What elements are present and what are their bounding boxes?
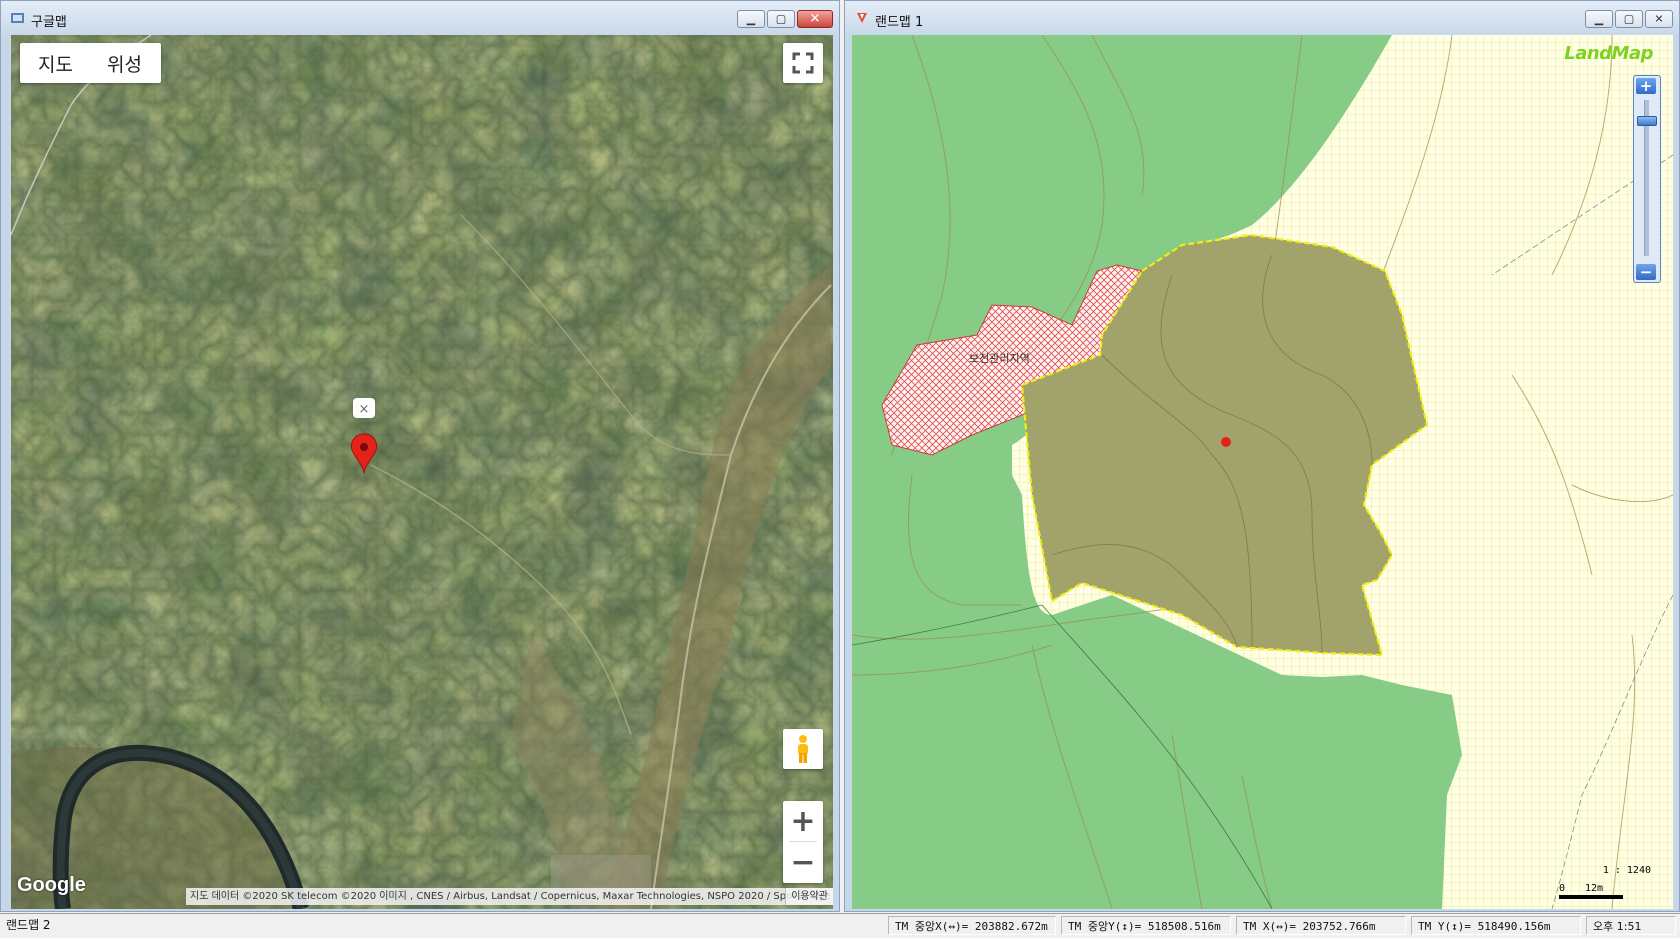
minimize-button[interactable]: ▁: [737, 10, 765, 28]
maximize-icon: ▢: [775, 12, 787, 26]
minimize-icon: ▁: [746, 12, 756, 26]
close-icon: ✕: [809, 11, 821, 27]
google-map-window: 구글맵 ▁ ▢ ✕ × 지도 위성 + − Google 지도 데이터 ©202…: [0, 0, 840, 912]
minimize-button[interactable]: ▁: [1585, 10, 1613, 28]
zoom-out-button[interactable]: −: [1636, 264, 1656, 280]
scale-bar: [1559, 895, 1623, 899]
fullscreen-icon: [792, 52, 814, 74]
pegman-icon: [798, 735, 808, 763]
minimize-icon: ▁: [1594, 12, 1604, 26]
maximize-button[interactable]: ▢: [1615, 10, 1643, 28]
landmap-logo: LandMap: [1564, 43, 1653, 64]
map-type-satellite[interactable]: 위성: [91, 50, 160, 77]
street-view-pegman-button[interactable]: [783, 729, 823, 769]
scale-ratio: 1 : 1240: [1602, 865, 1651, 876]
location-marker[interactable]: ×: [349, 398, 379, 478]
scale-unit: 12m: [1585, 883, 1604, 894]
window-title: 구글맵: [31, 15, 67, 30]
status-tm-x: TM X(↔)= 203752.766m: [1236, 916, 1406, 935]
satellite-map[interactable]: × 지도 위성 + − Google 지도 데이터 ©2020 SK telec…: [11, 35, 833, 909]
landmap-zoom-slider[interactable]: + −: [1633, 75, 1661, 283]
status-tm-center-x: TM 중앙X(↔)= 203882.672m: [888, 916, 1056, 935]
close-button[interactable]: ✕: [1645, 10, 1673, 28]
status-app-name: 랜드맵 2: [6, 918, 51, 932]
status-clock: 오후 1:51: [1586, 916, 1676, 935]
zoom-controls: + −: [783, 801, 823, 883]
window-titlebar[interactable]: 랜드맵 1 ▁ ▢ ✕: [845, 1, 1679, 35]
status-tm-y: TM Y(↕)= 518490.156m: [1411, 916, 1581, 935]
zoom-knob[interactable]: [1637, 116, 1657, 126]
window-titlebar[interactable]: 구글맵 ▁ ▢ ✕: [1, 1, 839, 35]
close-button[interactable]: ✕: [797, 10, 833, 28]
map-scale: 1 : 1240 0 12m: [1555, 861, 1651, 901]
maximize-icon: ▢: [1623, 12, 1635, 26]
landmap-window: 랜드맵 1 ▁ ▢ ✕ 보전관리지역 LandMap + − 1: 1240 …: [844, 0, 1680, 912]
landmap-app-icon: [857, 13, 867, 23]
google-logo: Google: [17, 874, 86, 896]
status-tm-center-y: TM 중앙Y(↕)= 518508.516m: [1061, 916, 1231, 935]
map-attribution: 지도 데이터 ©2020 SK telecom ©2020 이미지 , CNES…: [186, 888, 833, 905]
app-icon: [11, 13, 24, 23]
satellite-imagery: [11, 35, 833, 909]
zone-label: 보전관리지역: [969, 352, 1030, 365]
marker-close-icon: ×: [359, 402, 370, 417]
maximize-button[interactable]: ▢: [767, 10, 795, 28]
land-use-map[interactable]: 보전관리지역 LandMap + − 1 : 1240 0 12m: [852, 35, 1673, 909]
map-type-toggle: 지도 위성: [20, 43, 161, 83]
status-bar: 랜드맵 2 TM 중앙X(↔)= 203882.672m TM 중앙Y(↕)= …: [0, 913, 1680, 938]
zoom-in-button[interactable]: +: [783, 801, 823, 842]
zoom-in-button[interactable]: +: [1636, 78, 1656, 94]
land-use-zones: 보전관리지역: [852, 35, 1673, 909]
close-icon: ✕: [1654, 12, 1664, 26]
terms-link[interactable]: 이용약관: [785, 888, 833, 905]
map-type-map[interactable]: 지도: [20, 50, 91, 77]
fullscreen-button[interactable]: [783, 43, 823, 83]
window-title: 랜드맵 1: [875, 15, 924, 30]
location-point: [1221, 437, 1231, 447]
zoom-out-button[interactable]: −: [783, 842, 823, 883]
scale-zero: 0: [1559, 883, 1566, 894]
